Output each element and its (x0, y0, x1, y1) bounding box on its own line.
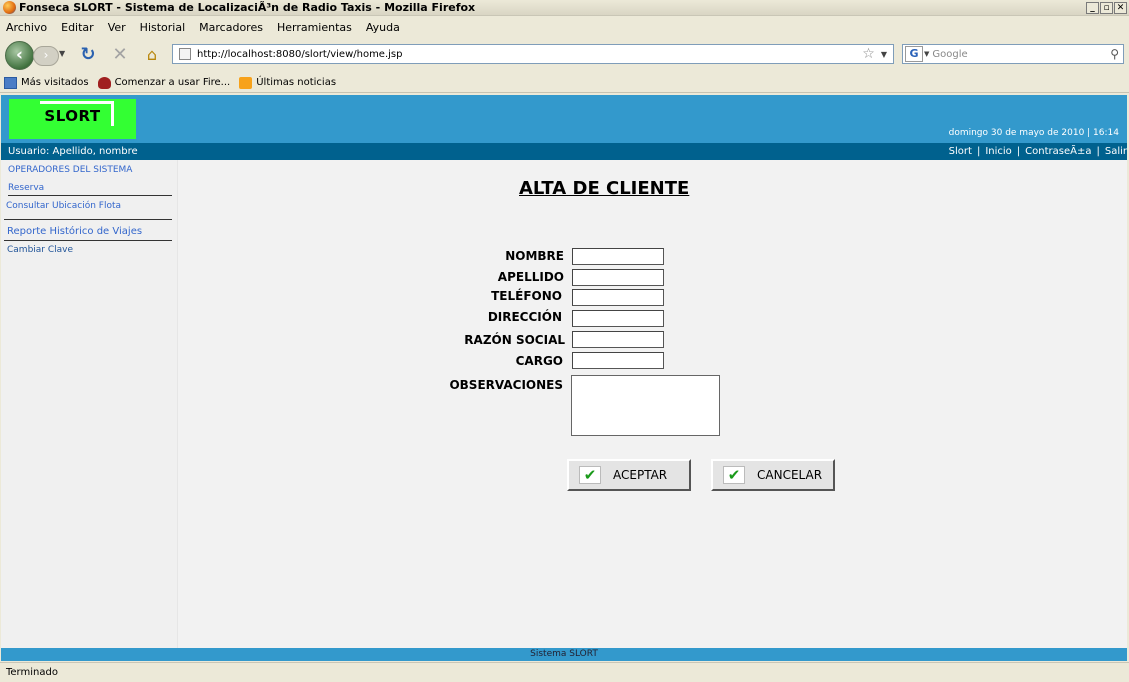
top-links: Slort | Inicio | ContraseÃ±a | Salir (949, 146, 1127, 157)
razon-social-input[interactable] (572, 331, 664, 348)
most-visited-icon (4, 76, 17, 89)
menu-bar: Archivo Editar Ver Historial Marcadores … (0, 17, 1129, 37)
menu-editar[interactable]: Editar (61, 21, 94, 34)
url-text[interactable]: http://localhost:8080/slort/view/home.js… (197, 49, 862, 60)
sidebar-divider (4, 240, 172, 241)
link-contrasena[interactable]: ContraseÃ±a (1025, 146, 1091, 157)
navigation-toolbar: ‹ › ▼ ↻ ✕ ⌂ http://localhost:8080/slort/… (0, 38, 1129, 72)
firefox-icon (97, 76, 111, 89)
sidebar-item-reporte-historico[interactable]: Reporte Histórico de Viajes (7, 226, 142, 237)
maximize-button[interactable]: ▫ (1100, 1, 1113, 14)
direccion-input[interactable] (572, 310, 664, 327)
footer-bar: Sistema SLORT (1, 648, 1127, 661)
header-banner: SLORT domingo 30 de mayo de 2010 | 16:14 (1, 95, 1127, 143)
reload-icon[interactable]: ↻ (78, 45, 98, 65)
separator: | (976, 146, 981, 157)
search-icon[interactable]: ⚲ (1110, 47, 1119, 61)
address-bar[interactable]: http://localhost:8080/slort/view/home.js… (172, 44, 894, 64)
link-inicio[interactable]: Inicio (985, 146, 1011, 157)
page-title: ALTA DE CLIENTE (519, 178, 690, 199)
sidebar-divider (8, 195, 172, 196)
url-dropdown-icon[interactable]: ▼ (881, 50, 887, 59)
status-bar: Terminado (0, 662, 1129, 682)
forward-button[interactable]: › (33, 46, 59, 66)
label-direccion: DIRECCIÓN (487, 310, 562, 324)
bookmark-getting-started[interactable]: Comenzar a usar Fire... (97, 76, 231, 89)
back-button[interactable]: ‹ (5, 41, 34, 70)
accept-label: ACEPTAR (613, 468, 668, 482)
sidebar-item-cambiar-clave[interactable]: Cambiar Clave (7, 245, 73, 255)
logo-text: SLORT (44, 107, 101, 125)
cancel-label: CANCELAR (757, 468, 823, 482)
separator: | (1096, 146, 1100, 157)
stop-icon[interactable]: ✕ (110, 45, 130, 65)
accept-button[interactable]: ✔ ACEPTAR (567, 459, 691, 491)
minimize-button[interactable]: _ (1086, 1, 1099, 14)
user-label: Usuario: Apellido, nombre (8, 146, 138, 157)
page-icon (179, 48, 191, 60)
close-button[interactable]: ✕ (1114, 1, 1127, 14)
google-icon[interactable]: G (905, 46, 923, 62)
separator: | (1016, 146, 1021, 157)
label-apellido: APELLIDO (497, 270, 564, 284)
home-icon[interactable]: ⌂ (142, 45, 162, 65)
menu-historial[interactable]: Historial (140, 21, 185, 34)
bookmark-most-visited[interactable]: Más visitados (4, 76, 89, 89)
checkmark-icon: ✔ (579, 466, 601, 484)
bookmarks-bar: Más visitados Comenzar a usar Fire... Úl… (0, 73, 1129, 93)
history-dropdown-icon[interactable]: ▼ (59, 49, 65, 58)
cargo-input[interactable] (572, 352, 664, 369)
label-cargo: CARGO (515, 354, 563, 368)
rss-icon (239, 76, 253, 89)
telefono-input[interactable] (572, 289, 664, 306)
window-title: Fonseca SLORT - Sistema de LocalizaciÃ³n… (19, 1, 476, 14)
menu-archivo[interactable]: Archivo (6, 21, 47, 34)
label-telefono: TELÉFONO (491, 289, 562, 303)
observaciones-textarea[interactable] (571, 375, 720, 436)
menu-herramientas[interactable]: Herramientas (277, 21, 352, 34)
sidebar-item-operadores[interactable]: OPERADORES DEL SISTEMA (8, 165, 132, 175)
search-engine-dropdown-icon[interactable]: ▼ (924, 50, 929, 58)
menu-marcadores[interactable]: Marcadores (199, 21, 263, 34)
sidebar-divider (4, 219, 172, 220)
bookmark-label: Comenzar a usar Fire... (114, 77, 231, 88)
firefox-icon (3, 1, 16, 14)
bookmark-label: Más visitados (21, 77, 89, 88)
bookmark-label: Últimas noticias (256, 77, 337, 88)
user-bar: Usuario: Apellido, nombre Slort | Inicio… (1, 143, 1127, 160)
menu-ver[interactable]: Ver (108, 21, 126, 34)
window-title-bar: Fonseca SLORT - Sistema de LocalizaciÃ³n… (0, 0, 1129, 16)
label-observaciones: OBSERVACIONES (449, 378, 563, 392)
label-razon-social: RAZÓN SOCIAL (464, 333, 565, 347)
slort-logo[interactable]: SLORT (9, 99, 136, 139)
link-salir[interactable]: Salir (1105, 146, 1127, 157)
web-page: SLORT domingo 30 de mayo de 2010 | 16:14… (1, 95, 1127, 661)
bookmark-latest-news[interactable]: Últimas noticias (239, 76, 337, 89)
sidebar-item-consultar-ubicacion[interactable]: Consultar Ubicación Flota (6, 201, 121, 211)
cancel-button[interactable]: ✔ CANCELAR (711, 459, 835, 491)
label-nombre: NOMBRE (505, 249, 564, 263)
search-input[interactable]: Google (932, 49, 1110, 60)
bookmark-star-icon[interactable]: ☆ (862, 46, 875, 62)
menu-ayuda[interactable]: Ayuda (366, 21, 400, 34)
search-bar[interactable]: G ▼ Google ⚲ (902, 44, 1124, 64)
checkmark-icon: ✔ (723, 466, 745, 484)
link-slort[interactable]: Slort (949, 146, 972, 157)
sidebar-menu: OPERADORES DEL SISTEMA Reserva Consultar… (1, 160, 178, 650)
nombre-input[interactable] (572, 248, 664, 265)
apellido-input[interactable] (572, 269, 664, 286)
sidebar-item-reserva[interactable]: Reserva (8, 183, 44, 193)
date-time: domingo 30 de mayo de 2010 | 16:14 (948, 128, 1119, 138)
